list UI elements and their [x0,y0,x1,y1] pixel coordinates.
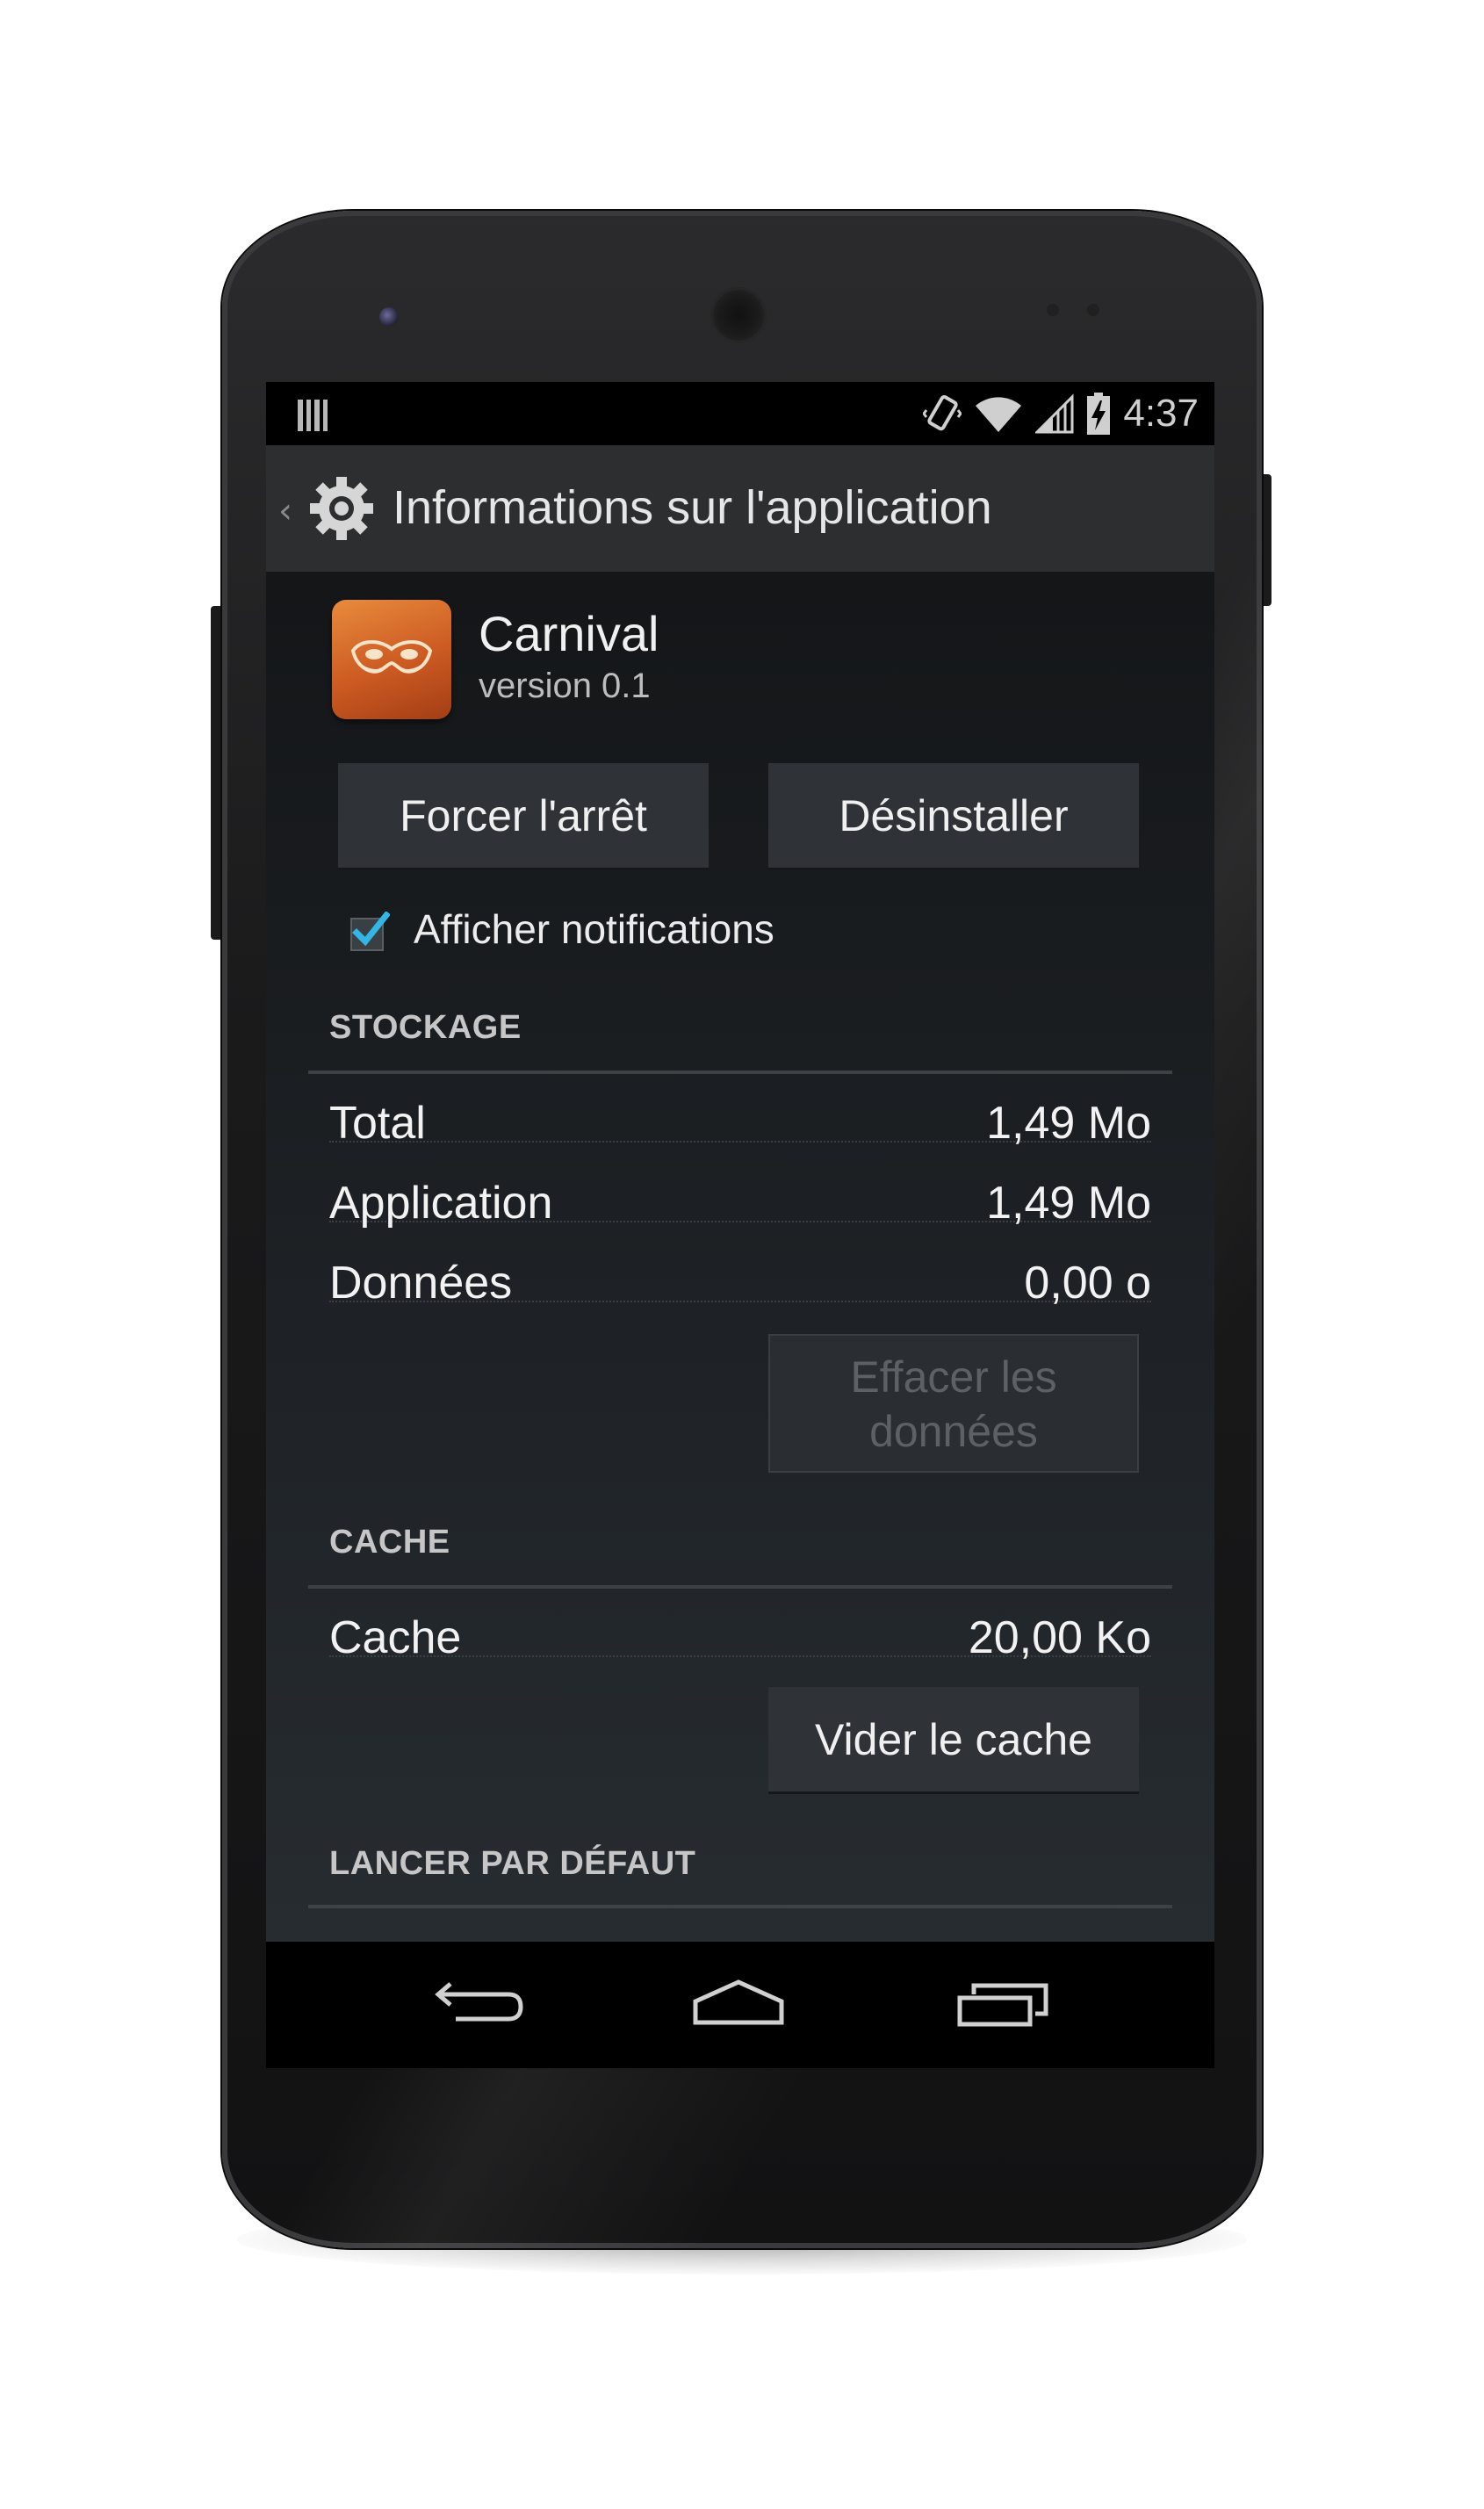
storage-section-title: STOCKAGE [329,1009,522,1046]
volume-button [211,606,223,940]
sensor-dot [1087,304,1099,316]
navigation-bar [266,1942,1214,2068]
storage-label: Total [329,1098,426,1149]
action-bar[interactable]: ‹ Informations sur l'application [266,445,1214,572]
launch-default-section-title: LANCER PAR DÉFAUT [329,1845,696,1882]
storage-value: 0,00 o [1024,1258,1151,1309]
app-name: Carnival [479,606,659,661]
vibrate-icon [923,395,962,431]
app-info-content: Carnival version 0.1 Forcer l'arrêt Dési… [266,572,1214,1942]
app-version: version 0.1 [479,667,651,705]
clear-cache-button[interactable]: Vider le cache [768,1687,1139,1794]
back-icon[interactable] [429,1973,526,2037]
cache-section-title: CACHE [329,1524,450,1561]
storage-label: Données [329,1258,513,1309]
force-stop-button[interactable]: Forcer l'arrêt [338,763,709,870]
battery-charging-icon [1087,393,1111,435]
storage-row-application: Application 1,49 Mo [329,1177,1151,1238]
storage-row-total: Total 1,49 Mo [329,1097,1151,1158]
storage-divider [308,1071,1172,1074]
up-caret-icon[interactable]: ‹ [278,491,292,531]
storage-row-data: Données 0,00 o [329,1257,1151,1318]
settings-gear-icon[interactable] [305,472,378,545]
recent-apps-icon[interactable] [955,1973,1051,2037]
launch-default-divider [308,1905,1172,1908]
home-icon[interactable] [690,1973,787,2037]
device-render: 4:37 ‹ Informations sur l'application Ca… [0,0,1484,2509]
status-time: 4:37 [1123,392,1199,435]
storage-value: 1,49 Mo [986,1098,1151,1149]
signal-icon [1035,393,1074,434]
storage-label: Application [329,1178,553,1229]
notifications-label[interactable]: Afficher notifications [414,905,774,953]
cache-divider [308,1585,1172,1589]
status-bar: 4:37 [266,382,1214,445]
carnival-mask-icon [332,600,451,719]
notifications-checkbox[interactable] [349,912,390,952]
front-camera [379,307,399,327]
uninstall-button[interactable]: Désinstaller [768,763,1139,870]
cache-value: 20,00 Ko [968,1612,1151,1663]
storage-value: 1,49 Mo [986,1178,1151,1229]
status-icons: 4:37 [923,391,1199,436]
earpiece-speaker [713,290,764,341]
notification-bars-icon [298,400,328,431]
cache-label: Cache [329,1612,462,1663]
page-title: Informations sur l'application [393,481,992,534]
wifi-icon [976,397,1022,432]
clear-data-button[interactable]: Effacer les données [768,1334,1139,1473]
cache-row: Cache 20,00 Ko [329,1611,1151,1673]
screen: 4:37 ‹ Informations sur l'application Ca… [266,382,1214,2068]
sensor-dot [1047,304,1059,316]
